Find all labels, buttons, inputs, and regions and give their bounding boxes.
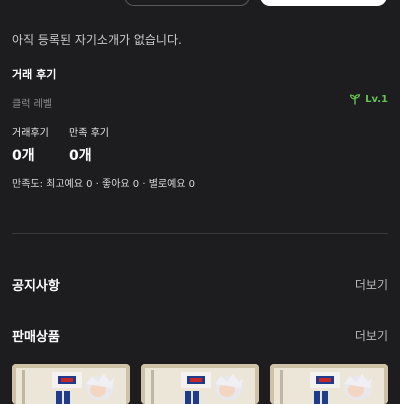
product-card[interactable] bbox=[141, 364, 259, 404]
trade-review-count: 0개 bbox=[12, 148, 35, 164]
satisfied-review-count: 0개 bbox=[69, 148, 92, 164]
section-divider bbox=[12, 233, 388, 234]
figure-box-image bbox=[141, 364, 259, 404]
sales-heading: 판매상품 bbox=[12, 330, 60, 345]
figure-box-image bbox=[270, 364, 388, 404]
trade-review-stat[interactable]: 거래후기 0개 bbox=[12, 124, 49, 165]
sprout-icon bbox=[349, 93, 361, 105]
product-card[interactable] bbox=[270, 364, 388, 404]
satisfied-review-stat[interactable]: 만족 후기 0개 bbox=[69, 124, 109, 165]
reviews-heading: 거래 후기 bbox=[12, 68, 57, 81]
notice-heading: 공지사항 bbox=[12, 279, 60, 294]
trade-review-label: 거래후기 bbox=[12, 128, 49, 139]
satisfaction-summary: 만족도: 최고예요 0 · 좋아요 0 · 별로예요 0 bbox=[12, 179, 196, 190]
top-left-button[interactable] bbox=[124, 0, 250, 6]
profile-intro-text: 아직 등록된 자기소개가 없습니다. bbox=[12, 33, 182, 47]
sales-more-link[interactable]: 더보기 bbox=[355, 327, 388, 344]
figure-box-image bbox=[12, 364, 130, 404]
product-card[interactable] bbox=[12, 364, 130, 404]
level-badge[interactable]: Lv.1 bbox=[349, 93, 388, 105]
satisfied-review-label: 만족 후기 bbox=[69, 128, 109, 139]
level-text: Lv.1 bbox=[365, 93, 388, 105]
notice-more-link[interactable]: 더보기 bbox=[355, 276, 388, 293]
click-level-label: 클럭 레벨 bbox=[12, 99, 52, 110]
top-right-button[interactable] bbox=[260, 0, 387, 6]
